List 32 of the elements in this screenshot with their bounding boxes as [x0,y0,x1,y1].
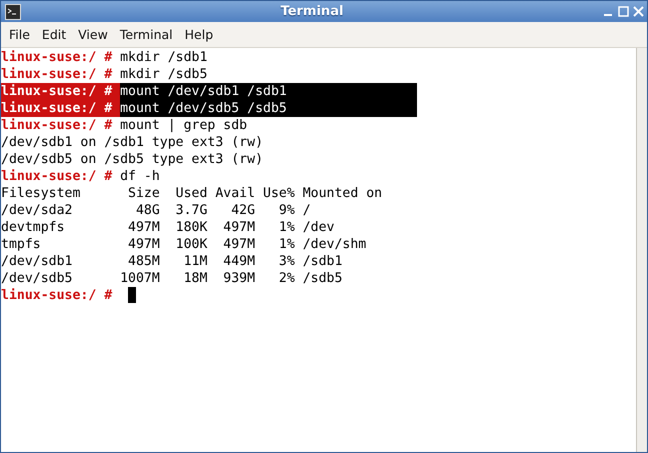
command-text: mount /dev/sdb1 /sdb1 [120,83,417,100]
shell-prompt: linux-suse:/ # [1,83,120,100]
output-text: tmpfs 497M 100K 497M 1% /dev/shm [1,236,366,253]
command-text: mount /dev/sdb5 /sdb5 [120,100,417,117]
output-text: /dev/sdb5 on /sdb5 type ext3 (rw) [1,151,264,168]
command-text: mkdir /sdb5 [120,66,208,83]
output-text: devtmpfs 497M 180K 497M 1% /dev [1,219,334,236]
output-text: /dev/sdb5 1007M 18M 939M 2% /sdb5 [1,270,342,287]
menu-item[interactable]: Help [178,24,220,45]
scrollbar[interactable] [636,48,647,452]
menu-item[interactable]: Terminal [114,24,179,45]
shell-prompt: linux-suse:/ # [1,117,112,134]
shell-prompt: linux-suse:/ # [1,66,112,83]
command-text: mount | grep sdb [120,117,248,134]
output-text: /dev/sdb1 on /sdb1 type ext3 (rw) [1,134,264,151]
window-title: Terminal [280,4,344,19]
shell-prompt: linux-suse:/ # [1,168,112,185]
output-text: /dev/sdb1 485M 11M 449M 3% /sdb1 [1,253,342,270]
text-cursor [128,287,136,303]
command-text: df -h [120,168,160,185]
shell-prompt: linux-suse:/ # [1,100,120,117]
shell-prompt: linux-suse:/ # [1,49,112,66]
command-text: mkdir /sdb1 [120,49,208,66]
shell-prompt: linux-suse:/ # [1,287,112,304]
close-icon[interactable] [633,6,644,17]
maximize-icon[interactable] [618,6,629,17]
menu-item[interactable]: View [72,24,114,45]
menu-item[interactable]: File [3,24,36,45]
output-text: Filesystem Size Used Avail Use% Mounted on [1,185,382,202]
terminal-icon [5,4,21,20]
menu-item[interactable]: Edit [36,24,72,45]
output-text: /dev/sda2 48G 3.7G 42G 9% / [1,202,311,219]
